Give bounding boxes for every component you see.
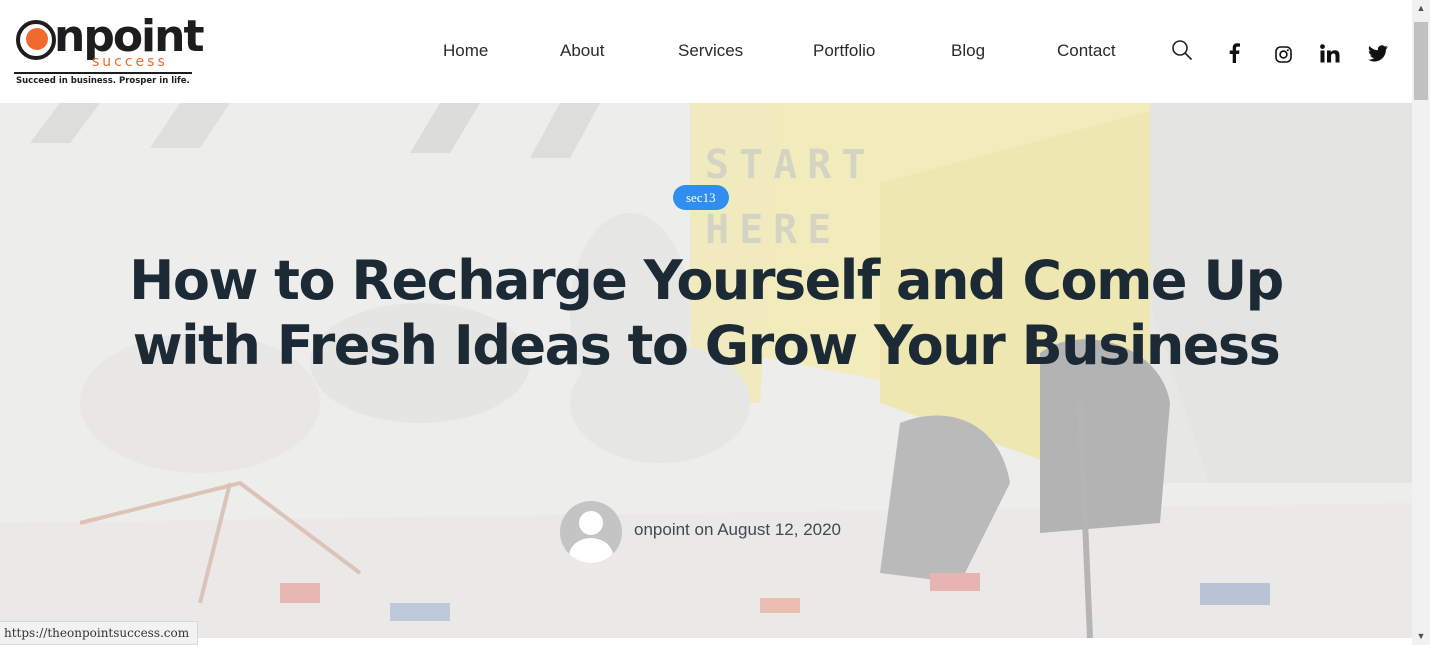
scroll-thumb[interactable] <box>1414 22 1428 100</box>
instagram-icon[interactable] <box>1272 43 1294 65</box>
post-title: How to Recharge Yourself and Come Up wit… <box>129 249 1284 377</box>
vertical-scrollbar[interactable]: ▲ ▼ <box>1412 0 1430 645</box>
link-status-bar: https://theonpointsuccess.com <box>0 621 199 645</box>
post-hero: START HERE sec13 How to Recharge Yoursel… <box>0 103 1412 638</box>
linkedin-icon[interactable] <box>1318 42 1342 64</box>
category-badge[interactable]: sec13 <box>673 185 729 210</box>
twitter-icon[interactable] <box>1367 43 1389 63</box>
nav-home[interactable]: Home <box>443 40 488 62</box>
nav-blog[interactable]: Blog <box>951 40 985 62</box>
facebook-icon[interactable] <box>1224 42 1244 64</box>
search-icon[interactable] <box>1170 38 1194 62</box>
nav-services[interactable]: Services <box>678 40 743 62</box>
nav-contact[interactable]: Contact <box>1057 40 1116 62</box>
logo-divider <box>14 72 192 74</box>
nav-portfolio[interactable]: Portfolio <box>813 40 875 62</box>
post-byline: onpoint on August 12, 2020 <box>634 520 842 539</box>
author-avatar[interactable] <box>560 501 622 563</box>
logo-subtitle: success <box>92 54 168 70</box>
nav-about[interactable]: About <box>560 40 604 62</box>
avatar-body-shape <box>569 538 613 563</box>
site-header: npoint success Succeed in business. Pros… <box>0 0 1412 103</box>
avatar-head-shape <box>579 511 603 535</box>
logo-tagline: Succeed in business. Prosper in life. <box>16 76 190 86</box>
page-bottom-edge <box>0 638 1412 645</box>
scroll-up-icon[interactable]: ▲ <box>1412 0 1430 17</box>
logo-mark-icon <box>16 20 56 60</box>
site-logo[interactable]: npoint success Succeed in business. Pros… <box>14 12 204 90</box>
scroll-down-icon[interactable]: ▼ <box>1412 628 1430 645</box>
